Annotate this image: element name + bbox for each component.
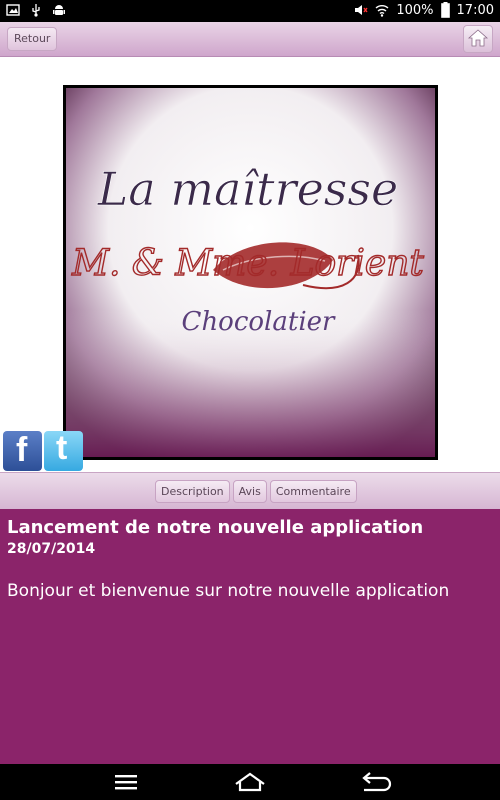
twitter-button[interactable]: t <box>44 429 83 471</box>
image-icon <box>6 4 20 16</box>
back-button[interactable]: Retour <box>7 27 58 51</box>
battery-icon <box>440 2 450 18</box>
logo-line1: La maîtresse <box>97 162 398 216</box>
battery-percent: 100% <box>396 2 434 18</box>
facebook-icon: f <box>16 431 28 469</box>
clock: 17:00 <box>456 2 494 18</box>
logo-image: La maîtresse M. & Mme. Lorient Chocolati… <box>63 85 438 460</box>
wifi-icon <box>375 5 389 17</box>
facebook-button[interactable]: f <box>3 431 42 471</box>
usb-icon <box>32 4 40 17</box>
back-nav-button[interactable] <box>354 770 394 794</box>
app-header: Retour <box>0 22 500 57</box>
status-bar: 100% 17:00 <box>0 0 500 22</box>
tab-bar: Description Avis Commentaire <box>0 472 500 509</box>
article-date: 28/07/2014 <box>7 541 96 557</box>
social-links: f t <box>3 429 83 471</box>
android-icon <box>53 5 65 15</box>
twitter-icon: t <box>56 429 68 467</box>
home-icon <box>467 29 489 47</box>
logo-line2: M. & Mme. Lorient <box>71 243 424 284</box>
article-title: Lancement de notre nouvelle application <box>7 517 424 538</box>
home-button[interactable] <box>463 25 493 53</box>
navigation-bar <box>0 764 500 800</box>
mute-icon <box>355 5 368 15</box>
menu-icon <box>115 775 137 790</box>
back-arrow-icon <box>362 772 392 792</box>
logo-line3: Chocolatier <box>182 307 336 337</box>
article-content: Lancement de notre nouvelle application … <box>0 509 500 764</box>
tab-description[interactable]: Description <box>155 480 230 503</box>
tab-avis[interactable]: Avis <box>232 480 267 503</box>
article-body: Bonjour et bienvenue sur notre nouvelle … <box>7 581 450 601</box>
tab-commentaire[interactable]: Commentaire <box>269 480 357 503</box>
menu-button[interactable] <box>106 770 146 794</box>
home-outline-icon <box>235 772 265 792</box>
home-nav-button[interactable] <box>230 770 270 794</box>
